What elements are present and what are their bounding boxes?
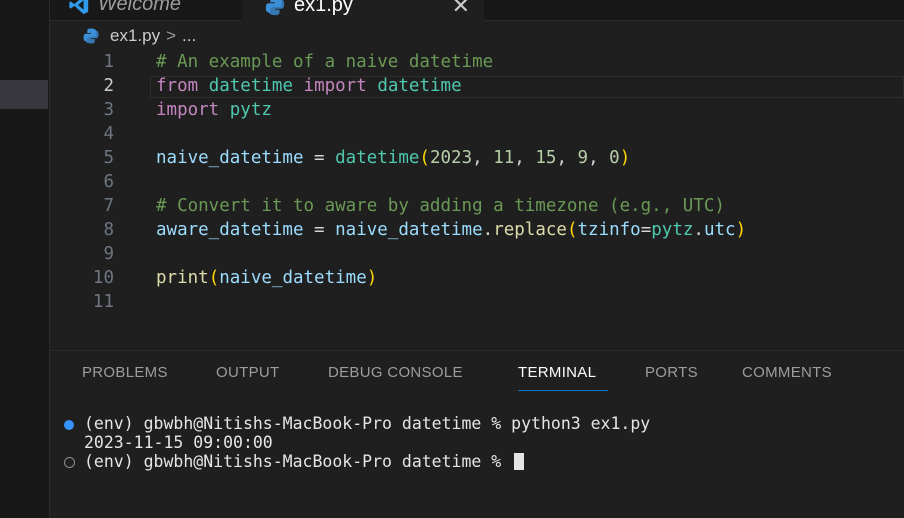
panel-border [50, 350, 904, 351]
code-line-1[interactable]: 1 # An example of a naive datetime [50, 50, 904, 74]
code-line-4[interactable]: 4 [50, 122, 904, 146]
variable: naive_datetime [219, 268, 367, 288]
code-line-5[interactable]: 5 naive_datetime = datetime(2023, 11, 15… [50, 146, 904, 170]
number: 0 [609, 148, 620, 168]
panel-tab-bar: PROBLEMS OUTPUT DEBUG CONSOLE TERMINAL P… [50, 352, 904, 396]
breadcrumb-file[interactable]: ex1.py [110, 26, 160, 46]
code-line-6[interactable]: 6 [50, 170, 904, 194]
command-success-dot-icon[interactable] [64, 420, 74, 430]
code-line-11[interactable]: 11 [50, 290, 904, 314]
side-bar-selected-item[interactable] [0, 80, 48, 109]
dot: . [482, 220, 494, 240]
python-file-icon [265, 0, 285, 15]
tab-terminal[interactable]: TERMINAL [518, 364, 596, 381]
operator: = [303, 148, 336, 168]
terminal-line-output: 2023-11-15 09:00:00 [84, 433, 273, 452]
keyword: import [303, 76, 367, 96]
dot: . [693, 220, 704, 240]
code-line-10[interactable]: 10 print(naive_datetime) [50, 266, 904, 290]
module-name: datetime [208, 76, 293, 96]
module-name: pytz [651, 220, 694, 240]
code-editor[interactable]: 1 # An example of a naive datetime 2 fro… [50, 50, 904, 350]
class-name: datetime [377, 76, 462, 96]
tab-ports[interactable]: PORTS [645, 364, 698, 381]
terminal-line-prompt: (env) gbwbh@Nitishs-MacBook-Pro datetime… [84, 452, 525, 472]
tab-welcome[interactable]: Welcome [64, 0, 240, 20]
bracket: ) [735, 220, 747, 240]
line-number: 6 [103, 172, 114, 192]
variable: naive_datetime [156, 148, 304, 168]
bracket: ( [208, 268, 220, 288]
number: 11 [493, 148, 515, 168]
tab-welcome-label: Welcome [98, 0, 181, 15]
side-bar [0, 0, 50, 518]
breadcrumb-more[interactable]: ... [182, 26, 196, 46]
keyword-argument: tzinfo [577, 220, 641, 240]
method-call: replace [493, 220, 567, 240]
line-number: 4 [103, 124, 114, 144]
attribute: utc [703, 220, 736, 240]
line-number: 9 [103, 244, 114, 264]
tab-comments[interactable]: COMMENTS [742, 364, 832, 381]
comma: , [556, 148, 578, 168]
tab-ex1-py[interactable]: ex1.py ✕ [242, 0, 484, 21]
code-line-9[interactable]: 9 [50, 242, 904, 266]
comma: , [588, 148, 610, 168]
comma: , [472, 148, 494, 168]
comment: # Convert it to aware by adding a timezo… [156, 196, 725, 216]
terminal[interactable]: (env) gbwbh@Nitishs-MacBook-Pro datetime… [50, 410, 904, 518]
tab-debug-console[interactable]: DEBUG CONSOLE [328, 364, 463, 381]
bracket: ( [566, 220, 578, 240]
number: 9 [577, 148, 589, 168]
code-line-3[interactable]: 3 import pytz [50, 98, 904, 122]
number: 2023 [429, 148, 473, 168]
close-icon[interactable]: ✕ [452, 0, 470, 19]
number: 15 [535, 148, 557, 168]
line-number: 8 [103, 220, 114, 240]
code-line-8[interactable]: 8 aware_datetime = naive_datetime.replac… [50, 218, 904, 242]
tab-ex1-py-label: ex1.py [294, 0, 353, 16]
terminal-prompt-text: (env) gbwbh@Nitishs-MacBook-Pro datetime… [84, 452, 512, 471]
line-number: 10 [92, 268, 114, 288]
breadcrumb-separator: > [166, 26, 177, 45]
bracket: ( [419, 148, 430, 168]
line-number: 5 [103, 148, 114, 168]
bracket: ) [619, 148, 631, 168]
comment: # An example of a naive datetime [156, 52, 494, 72]
operator: = [303, 220, 336, 240]
variable: naive_datetime [335, 220, 483, 240]
tab-output[interactable]: OUTPUT [216, 364, 279, 381]
line-number: 3 [103, 100, 114, 120]
code-line-2[interactable]: 2 from datetime import datetime [50, 74, 904, 98]
command-pending-dot-icon[interactable] [64, 457, 75, 468]
active-tab-indicator [518, 390, 608, 391]
function-call: datetime [335, 148, 420, 168]
tab-problems[interactable]: PROBLEMS [82, 364, 168, 381]
keyword: from [156, 76, 199, 96]
line-number: 7 [103, 196, 114, 216]
comma: , [514, 148, 536, 168]
line-number: 11 [92, 292, 114, 312]
line-number: 2 [103, 76, 114, 96]
python-file-icon [83, 28, 99, 44]
module-name: pytz [229, 100, 272, 120]
terminal-line-command: (env) gbwbh@Nitishs-MacBook-Pro datetime… [84, 414, 651, 433]
line-number: 1 [103, 52, 114, 72]
terminal-cursor [514, 453, 525, 470]
bracket: ) [366, 268, 378, 288]
breadcrumb: ex1.py > ... [82, 24, 196, 48]
operator: = [640, 220, 652, 240]
variable: aware_datetime [156, 220, 304, 240]
keyword: import [156, 100, 220, 120]
vscode-logo-icon [69, 0, 89, 14]
function-call: print [156, 268, 209, 288]
code-line-7[interactable]: 7 # Convert it to aware by adding a time… [50, 194, 904, 218]
editor-tab-bar: Welcome ex1.py ✕ [50, 0, 904, 21]
